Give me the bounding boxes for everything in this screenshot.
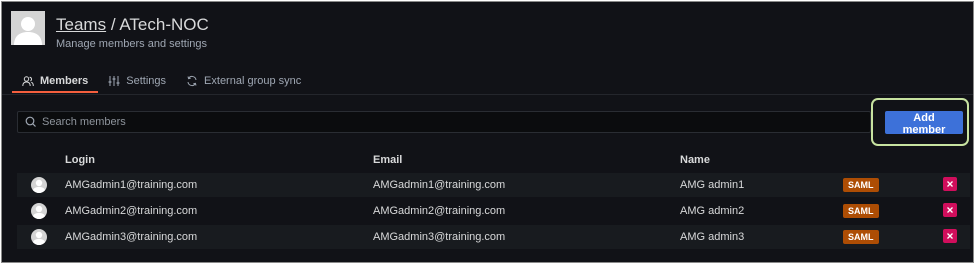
member-login: AMGadmin1@training.com (65, 179, 198, 191)
tab-external-group-sync-label: External group sync (204, 75, 302, 87)
member-email: AMGadmin1@training.com (373, 179, 506, 191)
sliders-icon (108, 75, 120, 87)
member-login: AMGadmin3@training.com (65, 231, 198, 243)
member-name: AMG admin2 (680, 205, 745, 217)
page-subtitle: Manage members and settings (56, 38, 208, 50)
saml-badge: SAML (843, 178, 879, 192)
user-silhouette-icon (32, 231, 46, 245)
tab-members[interactable]: Members (12, 70, 99, 93)
member-name: AMG admin3 (680, 231, 745, 243)
tab-external-group-sync[interactable]: External group sync (176, 70, 311, 92)
avatar (31, 203, 47, 219)
column-header-login: Login (65, 154, 95, 166)
table-row: AMGadmin2@training.com AMGadmin2@trainin… (17, 199, 970, 223)
tab-members-label: Members (40, 75, 89, 87)
column-header-email: Email (373, 154, 403, 166)
saml-badge: SAML (843, 204, 879, 218)
search-members-input[interactable] (38, 115, 870, 129)
search-icon (24, 115, 38, 129)
member-email: AMGadmin2@training.com (373, 205, 506, 217)
close-icon (947, 233, 953, 239)
saml-badge: SAML (843, 230, 879, 244)
close-icon (947, 181, 953, 187)
add-member-button[interactable]: Add member (885, 111, 963, 136)
avatar (31, 177, 47, 193)
breadcrumb-separator: / (110, 15, 116, 34)
tab-settings[interactable]: Settings (98, 70, 176, 92)
page-title: Teams / ATech-NOC (56, 15, 209, 35)
member-name: AMG admin1 (680, 179, 745, 191)
team-name: ATech-NOC (119, 15, 209, 34)
tab-settings-label: Settings (126, 75, 167, 87)
close-icon (947, 207, 953, 213)
user-silhouette-icon (32, 205, 46, 219)
user-silhouette-icon (11, 11, 45, 45)
sync-icon (186, 75, 198, 87)
search-members-field[interactable] (17, 111, 871, 133)
remove-member-button[interactable] (943, 203, 957, 217)
table-row: AMGadmin1@training.com AMGadmin1@trainin… (17, 173, 970, 197)
remove-member-button[interactable] (943, 177, 957, 191)
breadcrumb-teams-link[interactable]: Teams (56, 15, 106, 34)
users-icon (22, 75, 34, 87)
table-row: AMGadmin3@training.com AMGadmin3@trainin… (17, 225, 970, 249)
team-page: Teams / ATech-NOC Manage members and set… (1, 1, 974, 263)
team-avatar (11, 11, 45, 45)
user-silhouette-icon (32, 179, 46, 193)
avatar (31, 229, 47, 245)
tabs-divider (2, 94, 973, 95)
member-login: AMGadmin2@training.com (65, 205, 198, 217)
tab-bar: Members Settings External group sync (12, 70, 311, 94)
member-email: AMGadmin3@training.com (373, 231, 506, 243)
remove-member-button[interactable] (943, 229, 957, 243)
column-header-name: Name (680, 154, 710, 166)
